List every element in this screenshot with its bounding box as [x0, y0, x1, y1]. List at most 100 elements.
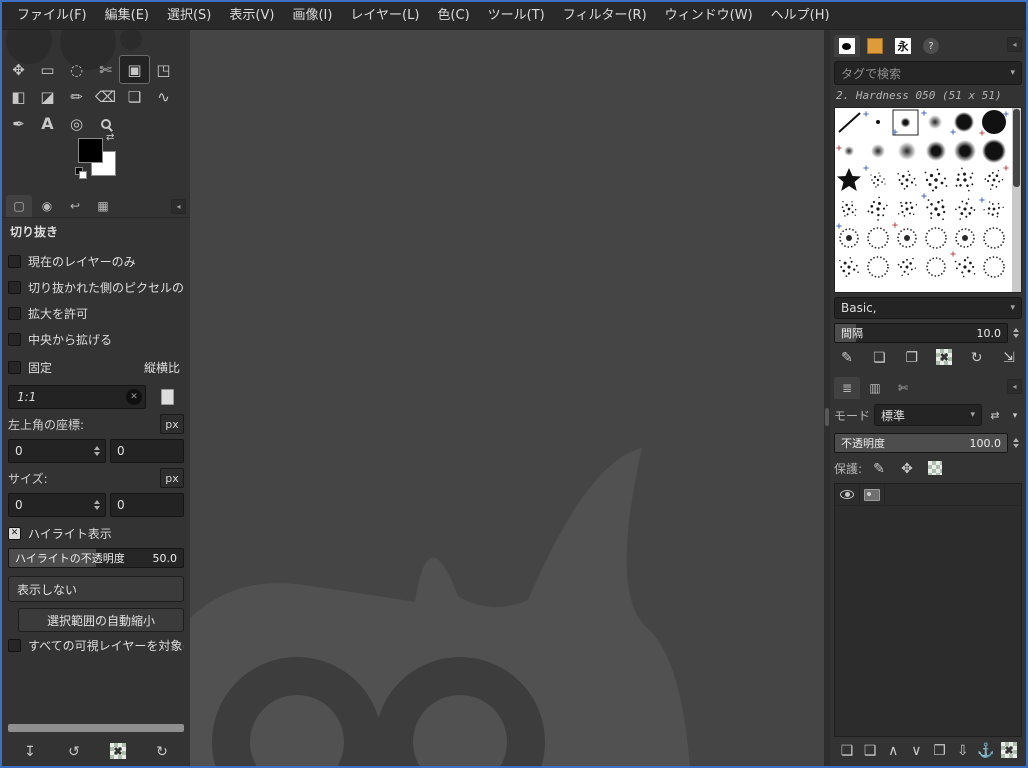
shrink-merged-row[interactable]: すべての可視レイヤーを対象に — [8, 632, 184, 658]
tool-options-scrollbar[interactable] — [8, 724, 184, 732]
free-select-tool-button[interactable]: ◌ — [62, 56, 91, 83]
text-tool-button[interactable]: A — [33, 110, 62, 137]
open-brush-as-image-button[interactable]: ⇲ — [998, 346, 1020, 368]
duplicate-layer-button[interactable]: ❐ — [929, 739, 951, 761]
eraser-tool-button[interactable]: ⌫ — [91, 83, 120, 110]
tab-undo-history[interactable]: ↩ — [62, 195, 88, 217]
position-y-field[interactable]: 0 — [110, 439, 184, 463]
layers-dock-menu-button[interactable]: ◂ — [1007, 379, 1022, 394]
position-x-field[interactable]: 0 — [8, 439, 106, 463]
tab-channels[interactable]: ▥ — [862, 377, 888, 399]
position-unit-select[interactable]: px — [160, 414, 184, 434]
edit-brush-button[interactable]: ✎ — [836, 346, 858, 368]
delete-tool-preset-button[interactable]: ✖ — [107, 740, 129, 762]
anchor-layer-button[interactable]: ⚓ — [975, 739, 997, 761]
delete-layer-button[interactable]: ✖ — [998, 739, 1020, 761]
unified-transform-tool-button[interactable]: ◳ — [149, 56, 178, 83]
new-layer-group-button[interactable]: ❑ — [859, 739, 881, 761]
spacing-spinner[interactable] — [1010, 328, 1022, 338]
swap-colors-icon[interactable]: ⇄ — [106, 132, 114, 143]
menu-colors[interactable]: 色(C) — [428, 2, 478, 29]
highlight-row[interactable]: ✕ ハイライト表示 — [8, 520, 184, 546]
refresh-brushes-button[interactable]: ↻ — [966, 346, 988, 368]
lock-alpha-button[interactable] — [924, 457, 946, 479]
menu-windows[interactable]: ウィンドウ(W) — [656, 2, 762, 29]
brush-spacing-slider[interactable]: 間隔 10.0 — [834, 323, 1008, 343]
position-x-spinner[interactable] — [91, 446, 103, 456]
aspect-ratio-input[interactable]: 1:1 ✕ — [8, 385, 146, 409]
layer-opacity-slider[interactable]: 不透明度 100.0 — [834, 433, 1008, 453]
foreground-color-swatch[interactable] — [78, 138, 103, 163]
portrait-landscape-toggle[interactable] — [154, 384, 180, 410]
smudge-tool-button[interactable]: ∿ — [149, 83, 178, 110]
tab-images[interactable]: ▦ — [90, 195, 116, 217]
clone-tool-button[interactable]: ❏ — [120, 83, 149, 110]
highlight-opacity-slider[interactable]: ハイライトの不透明度 50.0 — [8, 548, 184, 568]
new-layer-button[interactable]: ❏ — [836, 739, 858, 761]
brush-tag-search[interactable]: タグで検索 ▾ — [834, 61, 1022, 85]
clear-ratio-icon[interactable]: ✕ — [126, 389, 142, 405]
tab-brushes[interactable] — [834, 35, 860, 57]
rectangle-select-tool-button[interactable]: ▭ — [33, 56, 62, 83]
brush-list-scrollbar[interactable] — [1012, 108, 1021, 292]
fixed-checkbox[interactable] — [8, 360, 21, 374]
size-height-field[interactable]: 0 — [110, 493, 184, 517]
auto-shrink-button[interactable]: 選択範囲の自動縮小 — [18, 608, 184, 632]
save-tool-preset-button[interactable]: ↧ — [19, 740, 41, 762]
size-width-field[interactable]: 0 — [8, 493, 106, 517]
menu-select[interactable]: 選択(S) — [158, 2, 220, 29]
checkbox[interactable] — [8, 332, 21, 346]
move-tool-button[interactable]: ✥ — [4, 56, 33, 83]
tab-patterns[interactable] — [862, 35, 888, 57]
mode-menu-button[interactable]: ▾ — [1008, 404, 1022, 426]
tab-tool-options[interactable]: ▢ — [6, 195, 32, 217]
gradient-tool-button[interactable]: ◧ — [4, 83, 33, 110]
paintbrush-tool-button[interactable]: ✏ — [62, 83, 91, 110]
brush-grid[interactable] — [835, 108, 1013, 292]
tab-fonts[interactable]: 永 — [890, 35, 916, 57]
lower-layer-button[interactable]: ∨ — [905, 739, 927, 761]
default-colors-icon[interactable] — [75, 167, 89, 181]
menu-image[interactable]: 画像(I) — [283, 2, 341, 29]
brushes-dock-menu-button[interactable]: ◂ — [1007, 37, 1022, 52]
checkbox[interactable] — [8, 254, 21, 268]
current-layer-only-row[interactable]: 現在のレイヤーのみ — [8, 248, 184, 274]
color-picker-tool-button[interactable]: ◎ — [62, 110, 91, 137]
visibility-cell[interactable] — [835, 484, 860, 505]
thumbnail-cell[interactable] — [860, 484, 885, 505]
menu-filters[interactable]: フィルター(R) — [554, 2, 656, 29]
menu-file[interactable]: ファイル(F) — [8, 2, 96, 29]
menu-layer[interactable]: レイヤー(L) — [341, 2, 428, 29]
menu-tools[interactable]: ツール(T) — [479, 2, 554, 29]
shrink-merged-checkbox[interactable] — [8, 638, 21, 652]
raise-layer-button[interactable]: ∧ — [882, 739, 904, 761]
delete-brush-button[interactable]: ✖ — [933, 346, 955, 368]
guides-combo[interactable]: 表示しない — [8, 576, 184, 602]
checkbox[interactable] — [8, 306, 21, 320]
tab-device-status[interactable]: ◉ — [34, 195, 60, 217]
size-unit-select[interactable]: px — [160, 468, 184, 488]
bucket-fill-tool-button[interactable]: ◪ — [33, 83, 62, 110]
fixed-aspect-row[interactable]: 固定 縦横比 — [8, 352, 184, 382]
tab-layers[interactable]: ≣ — [834, 377, 860, 399]
highlight-checkbox[interactable]: ✕ — [8, 526, 21, 540]
new-brush-button[interactable]: ❏ — [868, 346, 890, 368]
lock-position-button[interactable]: ✥ — [896, 457, 918, 479]
opacity-spinner[interactable] — [1010, 438, 1022, 448]
expand-from-center-row[interactable]: 中央から拡げる — [8, 326, 184, 352]
merge-down-button[interactable]: ⇩ — [952, 739, 974, 761]
allow-growing-row[interactable]: 拡大を許可 — [8, 300, 184, 326]
switch-mode-group-button[interactable]: ⇄ — [986, 404, 1004, 426]
crop-tool-button[interactable]: ▣ — [119, 55, 150, 84]
canvas[interactable] — [190, 30, 824, 766]
scissors-select-tool-button[interactable]: ✄ — [91, 56, 120, 83]
duplicate-brush-button[interactable]: ❐ — [901, 346, 923, 368]
menu-edit[interactable]: 編集(E) — [96, 2, 158, 29]
checkbox[interactable] — [8, 280, 21, 294]
tab-paths[interactable]: ✄ — [890, 377, 916, 399]
menu-view[interactable]: 表示(V) — [220, 2, 283, 29]
layer-mode-combo[interactable]: 標準 ▾ — [874, 404, 982, 426]
brush-collection-combo[interactable]: Basic, ▾ — [834, 297, 1022, 319]
size-width-spinner[interactable] — [91, 500, 103, 510]
fixed-mode-select[interactable]: 縦横比 — [144, 359, 184, 376]
